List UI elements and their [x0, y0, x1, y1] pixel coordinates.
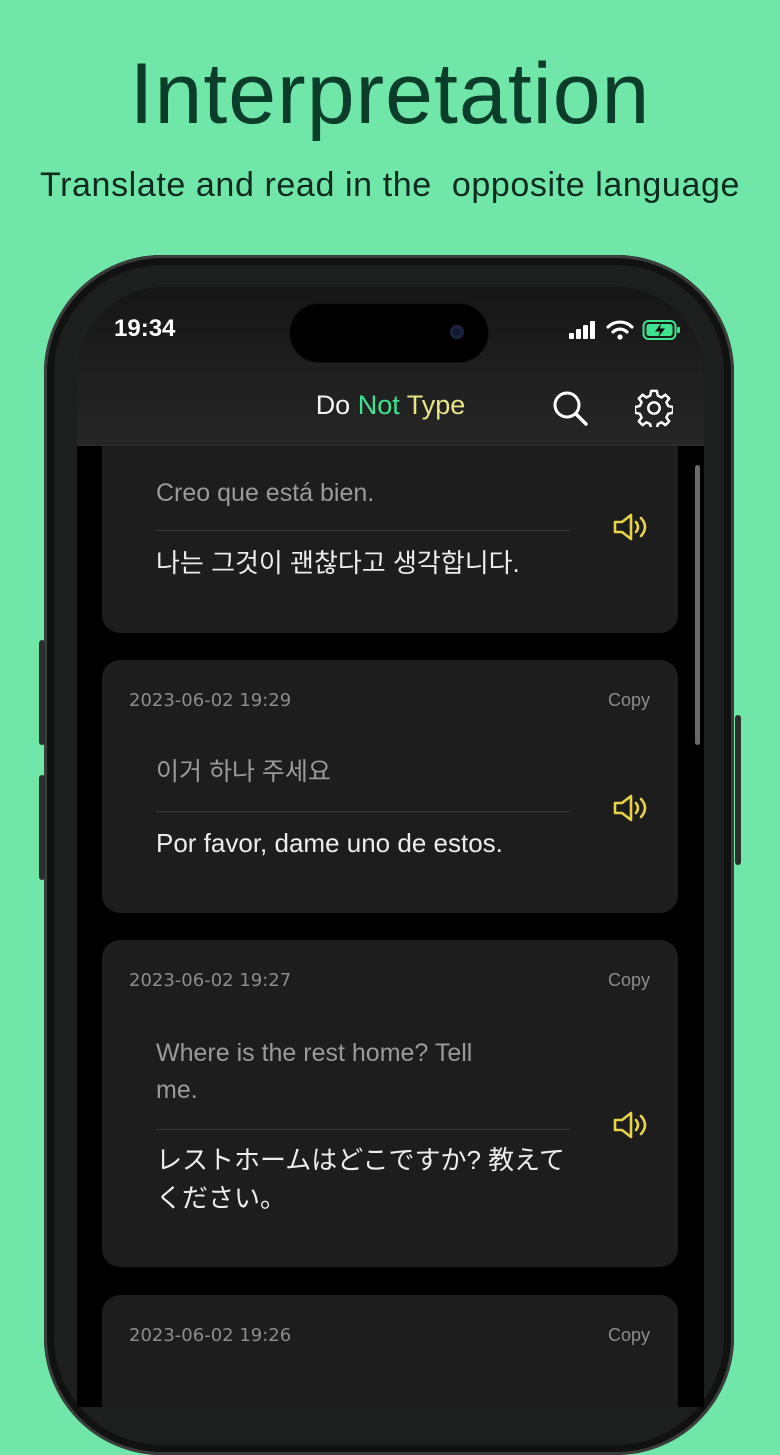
translation-text: Por favor, dame uno de estos.: [156, 828, 503, 858]
volume-up-button: [39, 640, 45, 745]
translation-card: 2023-06-02 19:29 Copy 이거 하나 주세요 Por favo…: [102, 660, 678, 913]
scrollbar[interactable]: [695, 465, 700, 745]
card-divider: [156, 811, 570, 812]
translation-card: 2023-06-02 19:26 Copy: [102, 1295, 678, 1407]
navigation-bar: 19:34 Do Not Type: [77, 287, 704, 446]
source-text: Creo que está bien.: [156, 479, 375, 507]
battery-charging-icon: [642, 320, 680, 340]
status-icons: [568, 319, 682, 341]
dynamic-island: [290, 304, 488, 362]
camera-icon: [450, 325, 464, 339]
promo-headline: Interpretation: [129, 46, 651, 142]
copy-button[interactable]: Copy: [608, 970, 650, 991]
search-icon[interactable]: [551, 389, 589, 427]
speaker-icon[interactable]: [612, 1110, 650, 1140]
card-divider: [156, 530, 570, 531]
card-timestamp: 2023-06-02 19:27: [129, 970, 292, 991]
card-divider: [156, 1129, 570, 1130]
source-text: 이거 하나 주세요: [156, 758, 331, 786]
app-title: Do Not Type: [77, 390, 704, 421]
card-timestamp: 2023-06-02 19:26: [129, 1325, 292, 1346]
copy-button[interactable]: Copy: [608, 1325, 650, 1346]
card-timestamp: 2023-06-02 19:29: [129, 690, 292, 711]
source-text: Where is the rest home? Tell me.: [156, 1039, 473, 1104]
translation-text: 나는 그것이 괜찮다고 생각합니다.: [156, 548, 520, 578]
status-time: 19:34: [114, 315, 176, 342]
wifi-icon: [606, 320, 634, 340]
app-title-word-2: Not: [357, 390, 400, 420]
signal-icon: [569, 321, 595, 339]
translation-card: 2023-06-02 19:27 Copy Where is the rest …: [102, 940, 678, 1267]
app-title-word-1: Do: [315, 390, 351, 420]
gear-icon[interactable]: [635, 389, 673, 427]
speaker-icon[interactable]: [612, 793, 650, 823]
app-title-word-3: Type: [406, 390, 466, 420]
translation-text: レストホームはどこですか? 教えてください。: [156, 1145, 565, 1213]
copy-button[interactable]: Copy: [608, 690, 650, 711]
power-button: [735, 715, 741, 865]
promo-subline: Translate and read in the opposite langu…: [40, 166, 740, 204]
speaker-icon[interactable]: [612, 512, 650, 542]
volume-down-button: [39, 775, 45, 880]
phone-screen: Creo que está bien. 나는 그것이 괜찮다고 생각합니다. 2…: [77, 287, 704, 1407]
